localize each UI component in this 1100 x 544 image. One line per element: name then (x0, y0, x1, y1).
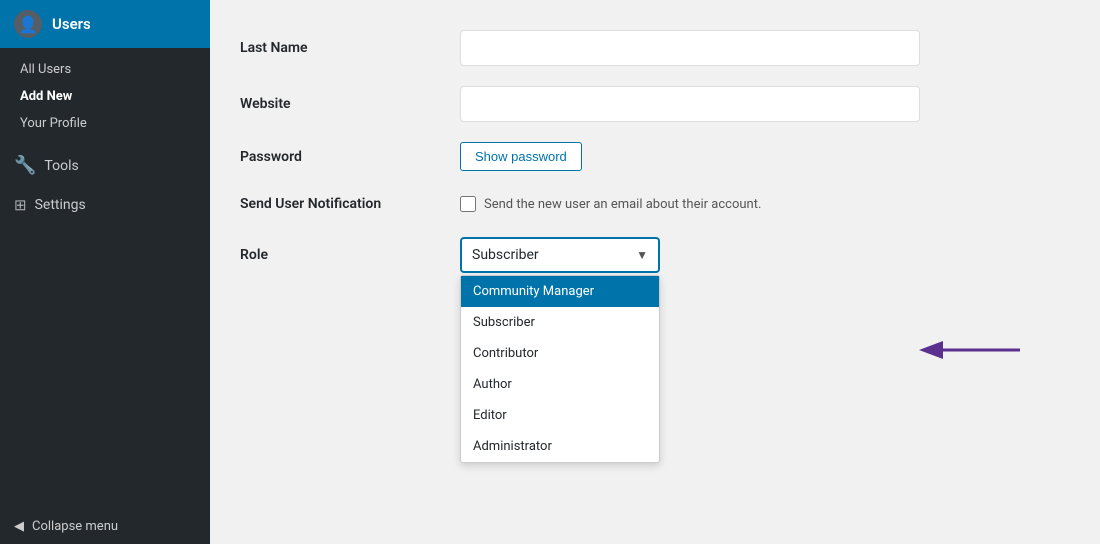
role-option-editor[interactable]: Editor (461, 400, 659, 431)
password-label: Password (240, 149, 302, 165)
role-dropdown: Community Manager Subscriber Contributor… (460, 275, 660, 463)
collapse-icon: ◀ (14, 519, 24, 534)
role-option-author[interactable]: Author (461, 369, 659, 400)
last-name-input[interactable] (460, 30, 920, 66)
sidebar-users-header[interactable]: 👤 Users (0, 0, 210, 48)
settings-label: Settings (35, 197, 86, 213)
notification-row: Send User Notification Send the new user… (240, 181, 1070, 227)
website-label: Website (240, 96, 291, 112)
sidebar-title: Users (52, 15, 91, 33)
role-row: Role Subscriber ▼ Community Manager Subs… (240, 227, 1070, 283)
sidebar-item-your-profile[interactable]: Your Profile (0, 110, 210, 137)
chevron-down-icon: ▼ (636, 248, 648, 262)
main-content: Last Name Website Password Show password… (210, 0, 1100, 544)
website-row: Website (240, 76, 1070, 132)
last-name-label: Last Name (240, 40, 308, 56)
sidebar-nav: All Users Add New Your Profile (0, 48, 210, 145)
tools-icon: 🔧 (14, 155, 36, 176)
notification-label: Send User Notification (240, 196, 381, 212)
sidebar-collapse[interactable]: ◀ Collapse menu (0, 509, 210, 544)
website-input[interactable] (460, 86, 920, 122)
collapse-label: Collapse menu (32, 519, 118, 534)
users-icon: 👤 (14, 10, 42, 38)
settings-icon: ⊞ (14, 196, 27, 214)
role-option-community-manager[interactable]: Community Manager (461, 276, 659, 307)
show-password-button[interactable]: Show password (460, 142, 582, 171)
sidebar-tools[interactable]: 🔧 Tools (0, 145, 210, 186)
sidebar-item-add-new[interactable]: Add New (0, 83, 210, 110)
role-option-contributor[interactable]: Contributor (461, 338, 659, 369)
password-row: Password Show password (240, 132, 1070, 181)
notification-text: Send the new user an email about their a… (484, 197, 761, 212)
last-name-row: Last Name (240, 20, 1070, 76)
form-table: Last Name Website Password Show password… (240, 20, 1070, 355)
sidebar: 👤 Users All Users Add New Your Profile 🔧… (0, 0, 210, 544)
notification-checkbox[interactable] (460, 196, 476, 212)
role-select-button[interactable]: Subscriber ▼ (460, 237, 660, 273)
sidebar-settings[interactable]: ⊞ Settings (0, 186, 210, 224)
tools-label: Tools (44, 158, 78, 174)
role-option-administrator[interactable]: Administrator (461, 431, 659, 462)
role-label: Role (240, 247, 268, 263)
role-container: Subscriber ▼ Community Manager Subscribe… (460, 237, 660, 273)
arrow-indicator (910, 330, 1030, 370)
notification-field: Send the new user an email about their a… (460, 196, 1070, 212)
sidebar-item-all-users[interactable]: All Users (0, 56, 210, 83)
role-selected-label: Subscriber (472, 247, 539, 263)
role-option-subscriber[interactable]: Subscriber (461, 307, 659, 338)
